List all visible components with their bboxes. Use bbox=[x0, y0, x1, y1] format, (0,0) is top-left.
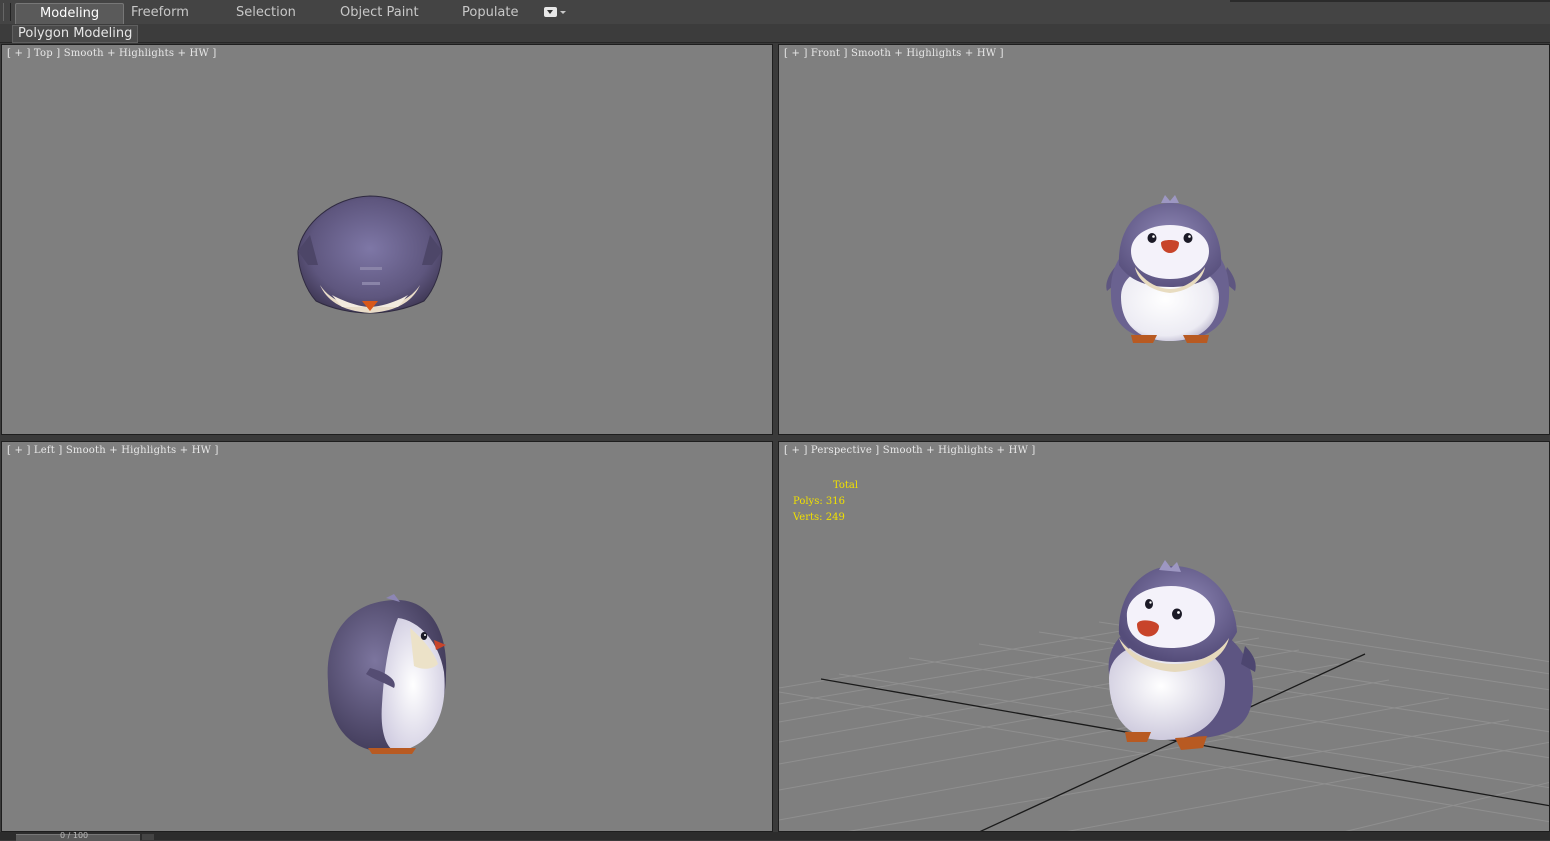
ribbon-divider bbox=[1230, 0, 1550, 2]
tab-selection[interactable]: Selection bbox=[226, 3, 306, 23]
tab-modeling[interactable]: Modeling bbox=[15, 3, 125, 24]
ribbon-options-dropdown[interactable] bbox=[544, 7, 566, 19]
viewport-left[interactable]: [ + ] Left ] Smooth + Highlights + HW ] bbox=[1, 441, 773, 832]
ribbon-tab-bar: Modeling Freeform Selection Object Paint… bbox=[0, 0, 1550, 25]
penguin-front-view bbox=[1106, 195, 1236, 343]
penguin-left-view bbox=[327, 594, 447, 754]
ribbon-grip-handle[interactable] bbox=[3, 3, 11, 21]
polygon-modeling-panel-button[interactable]: Polygon Modeling bbox=[12, 25, 139, 43]
next-frame-button[interactable] bbox=[142, 834, 154, 840]
penguin-top-view bbox=[297, 195, 443, 314]
tab-populate[interactable]: Populate bbox=[452, 3, 529, 23]
perspective-scene bbox=[779, 560, 1549, 831]
viewport-perspective[interactable]: [ + ] Perspective ] Smooth + Highlights … bbox=[778, 441, 1550, 832]
ribbon-toggle-icon bbox=[544, 7, 557, 17]
status-bar bbox=[0, 832, 1550, 840]
tab-freeform[interactable]: Freeform bbox=[121, 3, 199, 23]
chevron-down-icon bbox=[560, 11, 566, 14]
tab-object-paint[interactable]: Object Paint bbox=[330, 3, 429, 23]
ribbon-panel: Polygon Modeling bbox=[0, 24, 1550, 43]
viewport-front[interactable]: [ + ] Front ] Smooth + Highlights + HW ] bbox=[778, 44, 1550, 435]
time-slider-frame: 0 / 100 bbox=[60, 831, 89, 840]
viewport-top[interactable]: [ + ] Top ] Smooth + Highlights + HW ] bbox=[1, 44, 773, 435]
